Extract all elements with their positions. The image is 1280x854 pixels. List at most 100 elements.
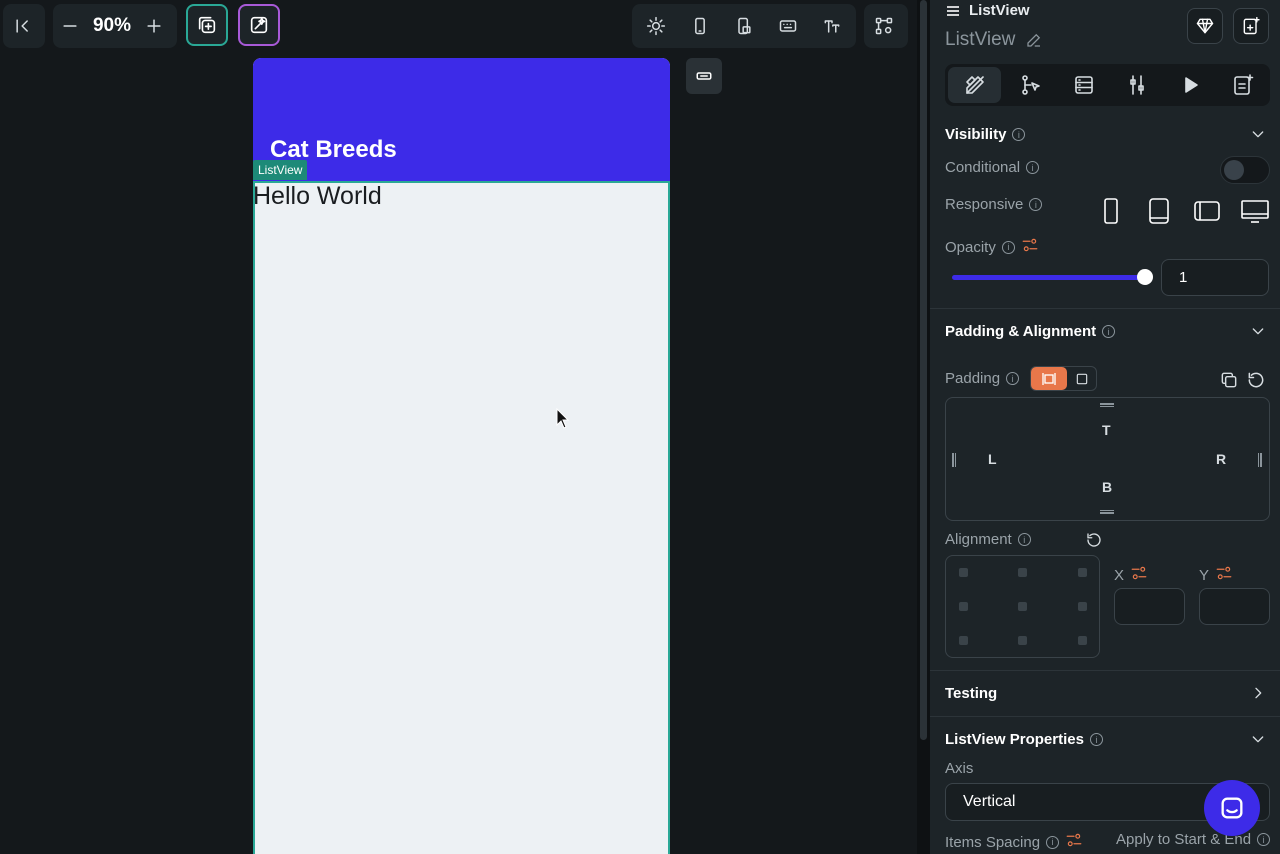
collapse-left-button[interactable] — [3, 6, 43, 46]
align-x-input[interactable] — [1114, 588, 1185, 625]
text-scale-button[interactable] — [812, 6, 852, 46]
chevron-down-icon — [1252, 328, 1264, 335]
padding-bottom-handle[interactable] — [1100, 510, 1114, 514]
align-bottom-right[interactable] — [1078, 636, 1087, 645]
info-icon[interactable]: i — [1026, 161, 1040, 174]
padding-individual-button[interactable] — [1031, 367, 1067, 390]
info-icon[interactable]: i — [1012, 128, 1026, 141]
info-icon[interactable]: i — [1001, 240, 1015, 254]
padding-sides-icon — [1042, 372, 1056, 385]
set-from-variable-icon[interactable] — [1065, 831, 1083, 853]
padding-left-handle[interactable] — [952, 453, 956, 467]
tablet-icon[interactable] — [1144, 196, 1174, 226]
align-center[interactable] — [1018, 602, 1027, 611]
padding-top[interactable]: T — [1102, 422, 1111, 438]
edit-pencil-icon[interactable] — [1025, 31, 1043, 49]
copy-icon[interactable] — [1219, 370, 1239, 390]
set-from-variable-icon[interactable] — [1021, 236, 1039, 258]
desktop-icon[interactable] — [1240, 196, 1270, 226]
padding-uniform-button[interactable] — [1067, 367, 1096, 390]
sliders-icon — [1130, 75, 1144, 95]
padding-label: Padding — [945, 370, 1001, 387]
keyboard-button[interactable] — [768, 6, 808, 46]
zoom-out-button[interactable] — [53, 6, 87, 46]
add-widget-button[interactable] — [186, 4, 228, 46]
align-top-center[interactable] — [1018, 568, 1027, 577]
tab-actions[interactable] — [1004, 64, 1057, 106]
listview-properties-section-header[interactable]: ListView Properties i — [945, 731, 1103, 748]
info-icon[interactable]: i — [1029, 198, 1043, 211]
tab-animations[interactable] — [1164, 64, 1217, 106]
padding-alignment-section-header[interactable]: Padding & Alignment i — [945, 323, 1116, 340]
alignment-label-row: Alignment i — [945, 531, 1031, 548]
collapse-panel-group — [3, 4, 45, 48]
opacity-input[interactable]: 1 — [1161, 259, 1269, 296]
support-chat-button[interactable] — [1204, 780, 1260, 836]
set-from-variable-icon[interactable] — [1215, 564, 1233, 586]
chevron-down-icon — [1252, 131, 1264, 138]
add-component-button[interactable] — [1233, 8, 1269, 44]
align-top-right[interactable] — [1078, 568, 1087, 577]
panel-header: ListView — [945, 2, 1030, 19]
axis-label: Axis — [945, 760, 974, 777]
canvas-scrollbar[interactable] — [917, 0, 930, 854]
chat-icon — [1221, 797, 1243, 819]
widget-name-row[interactable]: ListView — [945, 29, 1043, 51]
padding-mode-toggle — [1030, 366, 1097, 391]
visibility-collapse-toggle[interactable] — [1250, 126, 1266, 142]
mouse-cursor-icon — [556, 408, 570, 429]
listview-properties-collapse-toggle[interactable] — [1250, 731, 1266, 747]
premium-button[interactable] — [1187, 8, 1223, 44]
phone-preview[interactable]: Cat Breeds Hello World — [253, 58, 670, 854]
padding-collapse-toggle[interactable] — [1250, 323, 1266, 339]
tab-documentation[interactable] — [1217, 64, 1270, 106]
align-top-left[interactable] — [959, 568, 968, 577]
listview-properties-title: ListView Properties — [945, 731, 1084, 748]
tab-generate-children[interactable] — [1111, 64, 1164, 106]
phone-icon — [695, 17, 705, 35]
text-widget[interactable]: Hello World — [253, 182, 382, 211]
padding-left[interactable]: L — [988, 451, 997, 467]
zoom-in-button[interactable] — [137, 6, 171, 46]
tab-backend-query[interactable] — [1057, 64, 1110, 106]
info-icon[interactable]: i — [1017, 533, 1031, 546]
padding-right[interactable]: R — [1216, 451, 1226, 467]
keyboard-icon — [779, 20, 797, 32]
align-bottom-left[interactable] — [959, 636, 968, 645]
opacity-slider-track[interactable] — [952, 275, 1144, 280]
device-phone-button[interactable] — [680, 6, 720, 46]
responsive-label: Responsive — [945, 196, 1024, 213]
visibility-section-header[interactable]: Visibility i — [945, 126, 1026, 143]
testing-section-header[interactable]: Testing — [945, 685, 997, 702]
align-bottom-center[interactable] — [1018, 636, 1027, 645]
theme-toggle-button[interactable] — [636, 6, 676, 46]
listview-selection[interactable] — [253, 181, 670, 854]
set-from-variable-icon[interactable] — [1130, 564, 1148, 586]
align-center-left[interactable] — [959, 602, 968, 611]
ai-design-button[interactable] — [238, 4, 280, 46]
padding-bottom[interactable]: B — [1102, 479, 1112, 495]
device-rotate-button[interactable] — [724, 6, 764, 46]
reset-icon[interactable] — [1085, 531, 1103, 549]
padding-right-handle[interactable] — [1258, 453, 1262, 467]
phone-icon[interactable] — [1096, 196, 1126, 226]
info-icon[interactable]: i — [1006, 372, 1020, 385]
canvas-shortcut-button[interactable] — [686, 58, 722, 94]
tab-properties[interactable] — [948, 67, 1002, 103]
info-icon[interactable]: i — [1257, 833, 1271, 846]
info-icon[interactable]: i — [1089, 733, 1103, 746]
menu-icon — [947, 5, 959, 16]
tablet-landscape-icon[interactable] — [1192, 196, 1222, 226]
info-icon[interactable]: i — [1102, 325, 1116, 338]
scrollbar-thumb[interactable] — [920, 0, 927, 740]
padding-top-handle[interactable] — [1100, 403, 1114, 407]
align-center-right[interactable] — [1078, 602, 1087, 611]
widget-tree-button[interactable] — [864, 6, 904, 46]
reset-icon[interactable] — [1246, 370, 1266, 390]
app-bar[interactable]: Cat Breeds — [253, 58, 670, 181]
conditional-toggle[interactable] — [1220, 156, 1270, 184]
info-icon[interactable]: i — [1046, 835, 1060, 849]
align-y-input[interactable] — [1199, 588, 1270, 625]
opacity-slider-handle[interactable] — [1137, 269, 1153, 285]
testing-expand-toggle[interactable] — [1250, 685, 1266, 701]
